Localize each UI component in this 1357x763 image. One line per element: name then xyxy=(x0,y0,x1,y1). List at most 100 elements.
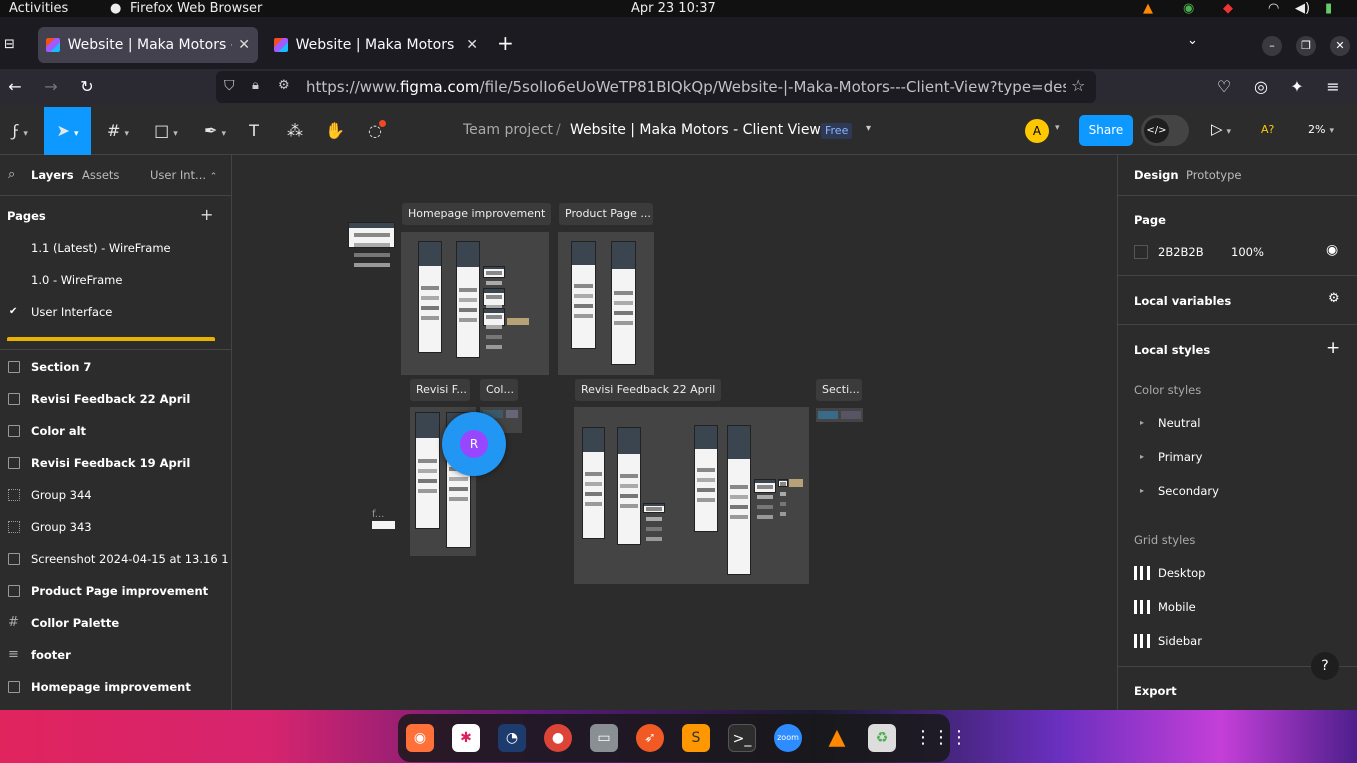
tab-design[interactable]: Design xyxy=(1134,168,1179,182)
account-icon[interactable]: ◎ xyxy=(1249,69,1273,105)
url-text[interactable]: https://www.figma.com/file/5solIo6eUoWeT… xyxy=(306,71,1066,103)
page-item[interactable]: 1.0 - WireFrame xyxy=(0,264,231,296)
multiplayer-chevron-icon[interactable]: ▾ xyxy=(1055,123,1060,133)
add-page-icon[interactable]: + xyxy=(200,205,213,224)
file-title[interactable]: Website | Maka Motors - Client View xyxy=(570,122,821,138)
menu-icon[interactable]: ≡ xyxy=(1321,69,1345,105)
back-icon[interactable]: ← xyxy=(3,69,27,105)
page-item[interactable]: 1.1 (Latest) - WireFrame xyxy=(0,232,231,264)
small-frame-thumbnail[interactable] xyxy=(348,222,395,248)
frame-thumbnail[interactable] xyxy=(571,241,596,349)
clock[interactable]: Apr 23 10:37 xyxy=(631,0,716,17)
page-opacity[interactable]: 100% xyxy=(1231,245,1264,259)
zoom-menu[interactable]: 2% ▾ xyxy=(1308,123,1334,136)
frame-thumbnail[interactable] xyxy=(841,411,861,419)
frame-thumbnail[interactable] xyxy=(418,241,442,353)
page-switcher[interactable]: User Int... ⌃ xyxy=(150,168,217,182)
tab-website-maka-motors-1[interactable]: Website | Maka Motors 1. ✕ xyxy=(266,27,486,63)
chrome-dock-icon[interactable]: ● xyxy=(544,724,572,752)
tracking-shield-icon[interactable]: ⛉ xyxy=(224,78,235,94)
close-tab-icon[interactable]: ✕ xyxy=(466,37,478,53)
comment-tool-icon[interactable]: ◌ xyxy=(362,107,388,155)
search-icon[interactable]: ⌕ xyxy=(8,167,15,182)
section-label-revisi-22[interactable]: Revisi Feedback 22 April xyxy=(575,379,722,401)
layer-footer[interactable]: ≡ footer xyxy=(0,639,231,671)
volume-icon[interactable]: ◀) xyxy=(1295,0,1310,17)
layer-revisi-feedback-22[interactable]: Revisi Feedback 22 April xyxy=(0,383,231,415)
section-revisi-feedback-22[interactable] xyxy=(574,407,809,584)
user-avatar[interactable]: A xyxy=(1025,119,1049,143)
pocket-icon[interactable]: ♡ xyxy=(1212,69,1236,105)
section-label-revisi-19[interactable]: Revisi F... xyxy=(410,379,470,401)
frame-thumbnail[interactable] xyxy=(694,425,718,532)
tab-prototype[interactable]: Prototype xyxy=(1186,168,1241,182)
clock-app-dock-icon[interactable]: ◔ xyxy=(498,724,526,752)
section-label-homepage[interactable]: Homepage improvement xyxy=(402,203,552,225)
extensions-icon[interactable]: ✦ xyxy=(1285,69,1309,105)
color-style-neutral[interactable]: Neutral xyxy=(1158,416,1200,430)
image-thumbnail[interactable] xyxy=(507,318,529,325)
forward-icon[interactable]: → xyxy=(39,69,63,105)
color-swatch-frame[interactable] xyxy=(506,410,518,418)
color-style-primary[interactable]: Primary xyxy=(1158,450,1202,464)
zoom-dock-icon[interactable]: zoom xyxy=(774,724,802,752)
section-label-product[interactable]: Product Page ... xyxy=(559,203,653,225)
url-bar[interactable]: ⛉ 🔒︎ ⚙ https://www.figma.com/file/5solIo… xyxy=(216,71,1096,103)
terminal-dock-icon[interactable]: >_ xyxy=(728,724,756,752)
app-name[interactable]: Firefox Web Browser xyxy=(130,0,262,17)
tab-assets[interactable]: Assets xyxy=(82,168,119,182)
page-item-current[interactable]: ✔ User Interface xyxy=(0,296,231,328)
section-7[interactable] xyxy=(816,408,863,422)
files-dock-icon[interactable]: ▭ xyxy=(590,724,618,752)
slack-dock-icon[interactable]: ✱ xyxy=(452,724,480,752)
file-menu-chevron-icon[interactable]: ▾ xyxy=(866,123,871,134)
wifi-icon[interactable]: ◠ xyxy=(1268,0,1279,17)
tab-website-maka-motors-client[interactable]: Website | Maka Motors - C ✕ xyxy=(38,27,258,63)
export-title[interactable]: Export xyxy=(1134,684,1177,698)
grid-style-sidebar[interactable]: Sidebar xyxy=(1158,634,1202,648)
activities-button[interactable]: Activities xyxy=(9,0,68,17)
postman-dock-icon[interactable]: ➶ xyxy=(636,724,664,752)
layer-collor-palette[interactable]: # Collor Palette xyxy=(0,607,231,639)
frame-thumbnail[interactable] xyxy=(778,479,788,487)
frame-thumbnail[interactable] xyxy=(415,412,440,529)
expand-caret-icon[interactable]: ▸ xyxy=(1140,452,1144,461)
vlc-tray-icon[interactable]: ▲ xyxy=(1143,0,1153,17)
page-color-swatch[interactable] xyxy=(1134,245,1148,259)
tab-overview-icon[interactable]: ⊟ xyxy=(4,37,15,52)
permissions-icon[interactable]: ⚙ xyxy=(278,78,290,93)
layer-screenshot[interactable]: Screenshot 2024-04-15 at 13.16 1 xyxy=(0,543,231,575)
variables-settings-icon[interactable]: ⚙ xyxy=(1328,291,1340,306)
figma-main-menu-icon[interactable]: ϝ ▾ xyxy=(0,107,40,155)
frame-tool-icon[interactable]: # ▾ xyxy=(100,107,136,155)
frame-thumbnail[interactable] xyxy=(754,479,776,493)
share-button[interactable]: Share xyxy=(1079,115,1133,146)
tab-layers[interactable]: Layers xyxy=(31,168,74,182)
show-apps-icon[interactable]: ⋮⋮⋮ xyxy=(914,724,968,752)
section-label-section-7[interactable]: Secti... xyxy=(816,379,862,401)
section-label-color-alt[interactable]: Col... xyxy=(480,379,518,401)
grid-style-desktop[interactable]: Desktop xyxy=(1158,566,1205,580)
new-tab-button[interactable]: + xyxy=(497,31,514,55)
close-tab-icon[interactable]: ✕ xyxy=(238,37,250,53)
layer-section-7[interactable]: Section 7 xyxy=(0,351,231,383)
minimize-window-button[interactable]: – xyxy=(1262,36,1282,56)
close-window-button[interactable]: ✕ xyxy=(1330,36,1350,56)
expand-caret-icon[interactable]: ▸ xyxy=(1140,486,1144,495)
layer-group-343[interactable]: Group 343 xyxy=(0,511,231,543)
collaborator-cursor[interactable]: R xyxy=(442,412,506,476)
frame-thumbnail[interactable] xyxy=(483,288,505,306)
frame-thumbnail[interactable] xyxy=(611,241,636,365)
reload-icon[interactable]: ↻ xyxy=(75,69,99,105)
frame-thumbnail[interactable] xyxy=(617,427,641,545)
add-style-icon[interactable]: + xyxy=(1326,338,1340,358)
move-tool-icon[interactable]: ➤ ▾ xyxy=(44,107,91,155)
frame-thumbnail[interactable] xyxy=(456,241,480,358)
image-thumbnail[interactable] xyxy=(789,479,803,487)
frame-thumbnail[interactable] xyxy=(483,266,505,278)
sublime-dock-icon[interactable]: S xyxy=(682,724,710,752)
text-tool-icon[interactable]: T xyxy=(242,107,266,155)
pen-tool-icon[interactable]: ✒ ▾ xyxy=(195,107,235,155)
lock-icon[interactable]: 🔒︎ xyxy=(252,78,259,93)
layer-group-344[interactable]: Group 344 xyxy=(0,479,231,511)
